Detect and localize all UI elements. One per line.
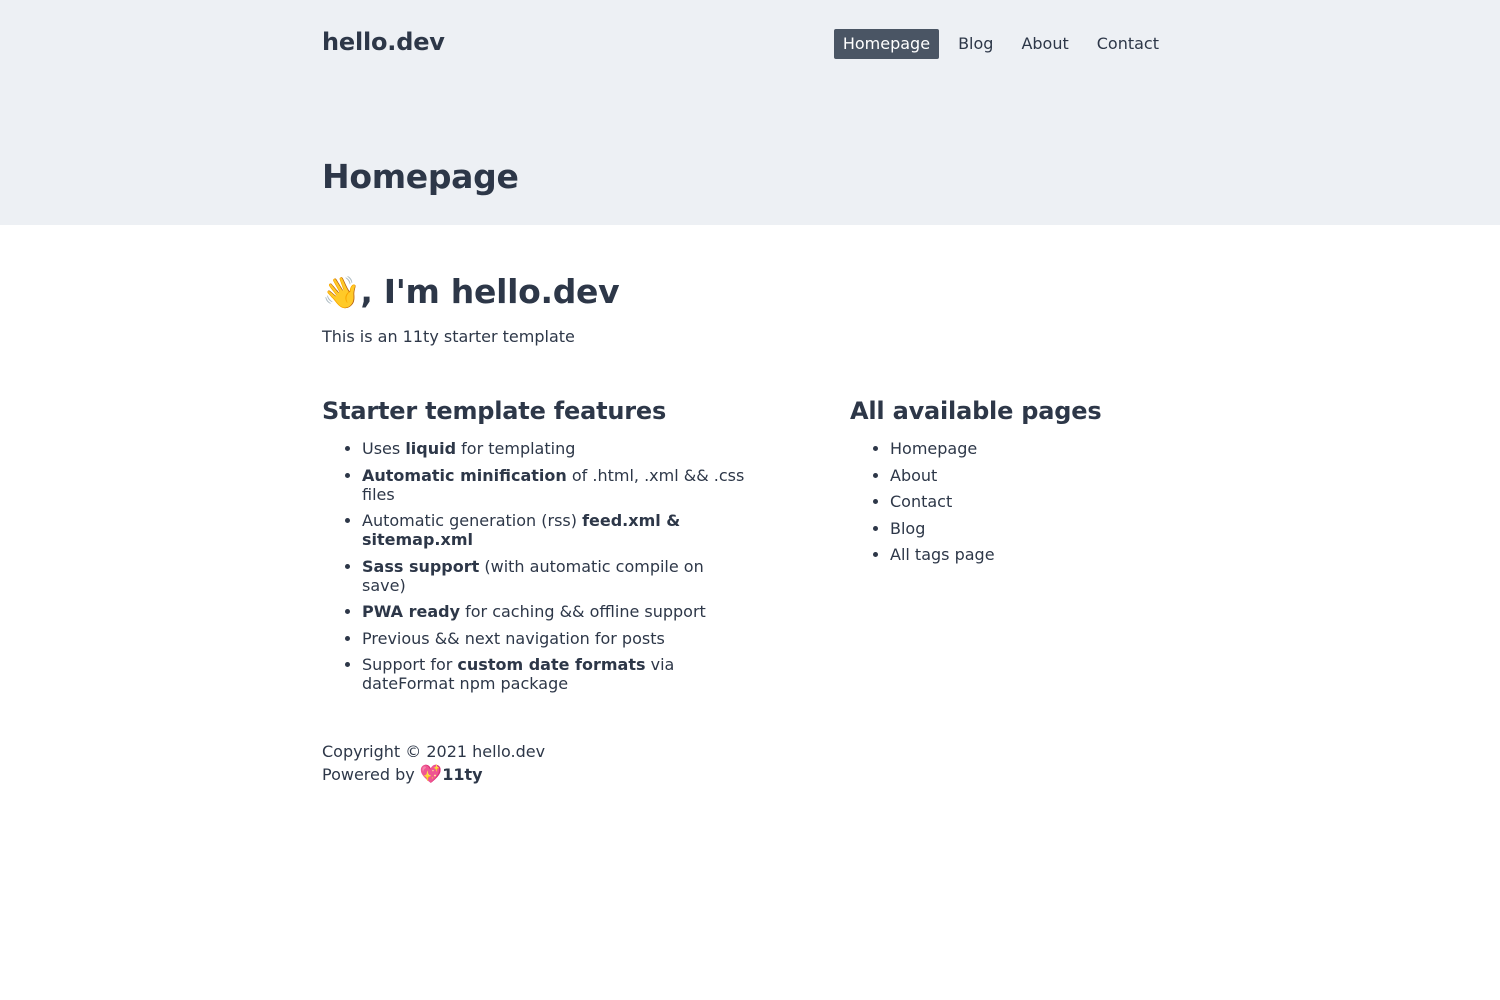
heart-icon: 💖 (419, 764, 443, 785)
site-header: hello.dev Homepage Blog About Contact Ho… (0, 0, 1500, 225)
intro-text: This is an 11ty starter template (322, 327, 575, 346)
page-link-contact[interactable]: Contact (890, 492, 1180, 511)
feature-item: Automatic minification of .html, .xml &&… (362, 466, 752, 504)
site-logo[interactable]: hello.dev (322, 28, 445, 56)
nav-item-homepage[interactable]: Homepage (833, 29, 940, 59)
copyright-text: Copyright © 2021 hello.dev (322, 742, 546, 761)
features-list: Uses liquid for templating Automatic min… (322, 439, 752, 693)
pages-list: Homepage About Contact Blog All tags pag… (850, 439, 1180, 564)
pages-heading: All available pages (850, 397, 1102, 425)
site-footer: Copyright © 2021 hello.dev Powered by 💖1… (322, 740, 545, 786)
page-title: Homepage (322, 157, 519, 196)
pages-section: All available pages Homepage About Conta… (850, 397, 1180, 572)
powered-by-label: Powered by (322, 765, 420, 784)
feature-item: PWA ready for caching && offline support (362, 602, 752, 621)
feature-item: Support for custom date formats via date… (362, 655, 752, 693)
nav-item-about[interactable]: About (1012, 29, 1077, 59)
feature-item: Automatic generation (rss) feed.xml & si… (362, 511, 752, 549)
feature-item: Sass support (with automatic compile on … (362, 557, 752, 595)
eleventy-link[interactable]: 11ty (442, 765, 482, 784)
page-link-blog[interactable]: Blog (890, 519, 1180, 538)
intro-heading-text: , I'm hello.dev (360, 272, 620, 311)
top-bar: hello.dev Homepage Blog About Contact (322, 0, 1178, 88)
feature-item: Uses liquid for templating (362, 439, 752, 458)
page-link-all-tags[interactable]: All tags page (890, 545, 1180, 564)
powered-by: Powered by 💖11ty (322, 763, 545, 786)
nav-item-blog[interactable]: Blog (949, 29, 1002, 59)
feature-item: Previous && next navigation for posts (362, 629, 752, 648)
main-nav: Homepage Blog About Contact (833, 29, 1168, 59)
intro-heading: 👋, I'm hello.dev (322, 272, 620, 311)
page-link-about[interactable]: About (890, 466, 1180, 485)
wave-icon: 👋 (322, 275, 361, 311)
features-section: Starter template features Uses liquid fo… (322, 397, 762, 701)
page-link-homepage[interactable]: Homepage (890, 439, 1180, 458)
nav-item-contact[interactable]: Contact (1088, 29, 1168, 59)
features-heading: Starter template features (322, 397, 667, 425)
